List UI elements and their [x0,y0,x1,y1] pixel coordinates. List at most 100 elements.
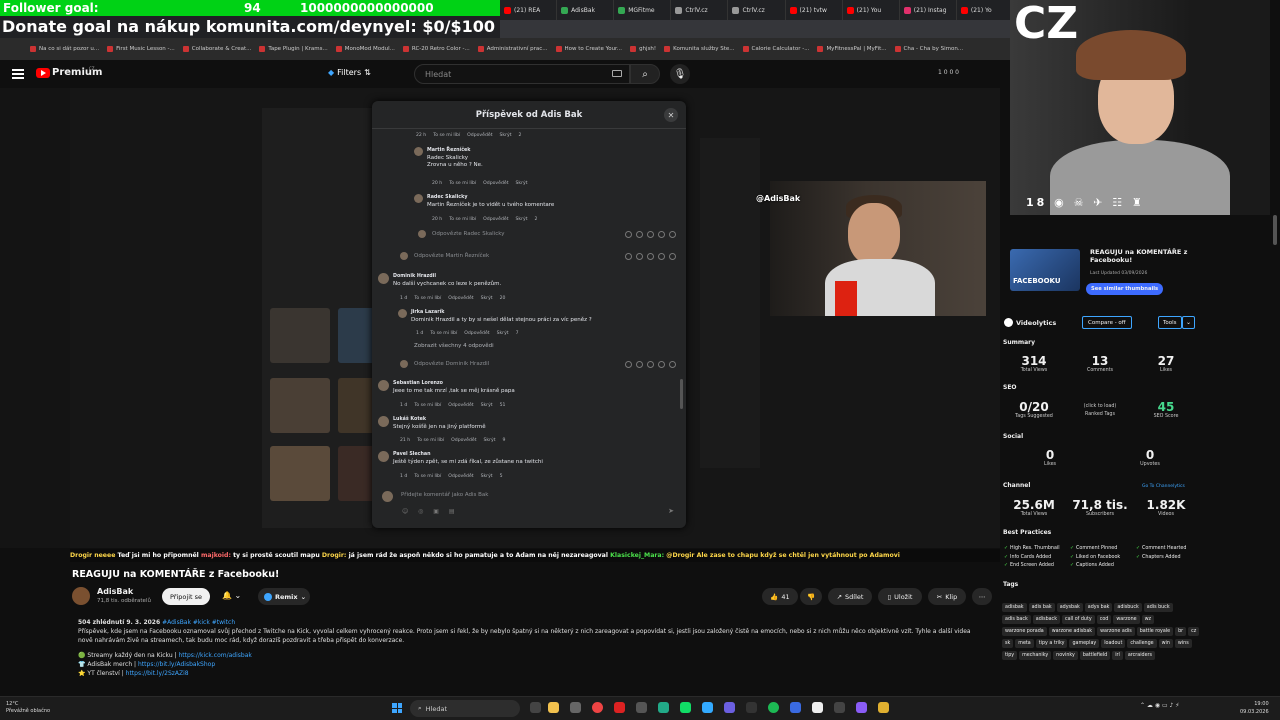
merch-link[interactable]: https://bit.ly/AdisbakShop [138,661,215,668]
taskbar-search[interactable]: ⌕ Hledat [410,700,520,717]
app-icon[interactable] [658,702,669,713]
page-scrollbar[interactable] [1273,215,1277,245]
filters-button[interactable]: ◆ Filters ⇅ [328,68,371,77]
channel-name[interactable]: AdisBak [97,587,133,596]
bookmark-item[interactable]: How to Create Your... [555,46,622,52]
channelytics-link[interactable]: Go To Channelytics [1142,484,1185,489]
kick-link[interactable]: https://kick.com/adisbak [178,652,251,659]
app-icon[interactable] [812,702,823,713]
similar-thumbnails-button[interactable]: See similar thumbnails [1086,283,1164,295]
voice-search-button[interactable]: 🎙 [670,64,690,84]
bookmark-item[interactable]: Collaborate & Creat... [182,46,251,52]
browser-tab[interactable]: (21) tvtw [786,0,843,20]
browser-tab[interactable]: (21) You [843,0,900,20]
bookmark-item[interactable]: Cha - Cha by Simon... [894,46,963,52]
bookmark-item[interactable]: Calorie Calculator -... [742,46,809,52]
tag-chip[interactable]: mechaniky [1019,651,1052,660]
tag-chip[interactable]: warzone [1113,615,1140,624]
reply-field-radec[interactable]: Odpovězte Radec Skalicky [418,230,504,238]
keyboard-icon[interactable] [612,70,622,77]
bookmark-item[interactable]: Administrativní prac... [477,46,548,52]
start-button[interactable] [392,703,402,713]
tag-chip[interactable]: adisbak [1002,603,1027,612]
bookmark-item[interactable]: Na co si dát pozor u... [30,46,99,52]
tag-chip[interactable]: adis back [1002,615,1031,624]
tag-chip[interactable]: novinky [1053,651,1078,660]
tag-chip[interactable]: warzone adisbak [1048,627,1096,636]
tag-chip[interactable]: adysbak [1056,603,1083,612]
more-button[interactable]: ⋯ [972,588,992,605]
send-icon[interactable]: ➤ [668,507,674,515]
bookmark-item[interactable]: MyFitnessPal | MyFit... [817,46,887,52]
like-button[interactable]: 👍 41 [762,588,798,605]
reply-field-martin[interactable]: Odpovězte Martin Řezníček [400,252,489,260]
tag-chip[interactable]: battle royale [1136,627,1174,636]
app-icon[interactable] [614,702,625,713]
tag-chip[interactable]: gameplay [1069,639,1100,648]
weather-widget[interactable]: 12°C Převážně oblačno [6,701,50,715]
remix-button[interactable]: Remix ⌄ [258,588,310,605]
composer-tools[interactable]: ☺ ◎ ▣ ▤ [402,508,459,515]
save-button[interactable]: ▯ Uložit [878,588,922,605]
browser-tab[interactable]: AdisBak [557,0,615,20]
tag-chip[interactable]: adis bak [1028,603,1055,612]
stat-ranked-tags[interactable]: (click to load) Ranked Tags [1070,404,1130,417]
app-icon[interactable] [834,702,845,713]
app-icon[interactable] [636,702,647,713]
bookmark-item[interactable]: RC-20 Retro Color -... [402,46,470,52]
tag-chip[interactable]: wins [1174,639,1192,648]
dislike-button[interactable]: 👎 [800,588,822,605]
app-icon[interactable] [702,702,713,713]
tools-dropdown[interactable]: Tools [1158,316,1182,329]
clock[interactable]: 19:00 09.03.2026 [1240,700,1269,716]
tag-chip[interactable]: cod [1096,615,1112,624]
tag-chip[interactable]: loadout [1101,639,1126,648]
chevron-down-icon[interactable]: ⌄ [1182,316,1195,329]
show-all-replies-link[interactable]: Zobrazit všechny 4 odpovědi [414,343,494,349]
clip-button[interactable]: ✂ Klip [928,588,966,605]
tag-chip[interactable]: adys bak [1084,603,1113,612]
task-view-icon[interactable] [530,702,541,713]
search-input[interactable]: Hledat [414,64,630,84]
discord-icon[interactable] [724,702,735,713]
app-icon[interactable] [790,702,801,713]
tag-chip[interactable]: win [1158,639,1173,648]
browser-tab[interactable]: CtrlV.cz [671,0,729,20]
channel-avatar[interactable] [72,587,90,605]
tag-chip[interactable]: sk [1002,639,1014,648]
tag-chip[interactable]: irl [1112,651,1123,660]
modal-scrollbar[interactable] [680,379,683,409]
browser-tab[interactable]: MGFitme [614,0,672,20]
join-button[interactable]: Připojit se [162,588,210,605]
browser-tab[interactable]: (21) Instag [900,0,957,20]
system-tray[interactable]: ⌃ ☁ ◉ ▭ ♪ ⚡ [1140,702,1180,709]
tag-chip[interactable]: adisbuck [1114,603,1142,612]
tag-chip[interactable]: battlefield [1079,651,1111,660]
share-button[interactable]: ↗ Sdílet [828,588,872,605]
comment-input[interactable]: Přidejte komentář jako Adis Bak [401,492,488,498]
tag-chip[interactable]: adis buck [1143,603,1173,612]
membership-link[interactable]: https://bit.ly/2SzAZi8 [126,670,189,677]
bookmark-item[interactable]: Tape Plugin | Krams... [259,46,328,52]
file-explorer-icon[interactable] [548,702,559,713]
app-icon[interactable] [878,702,889,713]
tag-chip[interactable]: wz [1141,615,1155,624]
close-icon[interactable]: ✕ [664,108,678,122]
browser-address-bar[interactable] [500,20,1014,38]
app-icon[interactable] [746,702,757,713]
chrome-icon[interactable] [592,702,603,713]
tag-chip[interactable]: adisback [1032,615,1060,624]
bell-icon[interactable]: 🔔 ⌄ [222,591,241,600]
bookmark-item[interactable]: Komunita služby Ste... [664,46,735,52]
app-icon[interactable] [570,702,581,713]
youtube-logo-icon[interactable] [36,68,50,78]
browser-tab[interactable]: (21) Yo [957,0,1014,20]
tag-chip[interactable]: warzone adis [1097,627,1135,636]
tag-chip[interactable]: tipy [1002,651,1018,660]
compare-toggle[interactable]: Compare - off [1082,316,1132,329]
timeline-slider[interactable] [1006,221,1186,241]
bookmark-item[interactable]: First Music Lesson -... [107,46,175,52]
video-thumbnail[interactable]: FACEBOOKU [1010,249,1080,291]
tag-chip[interactable]: arcraiders [1124,651,1155,660]
bookmark-item[interactable]: MonoMod Modul... [335,46,395,52]
